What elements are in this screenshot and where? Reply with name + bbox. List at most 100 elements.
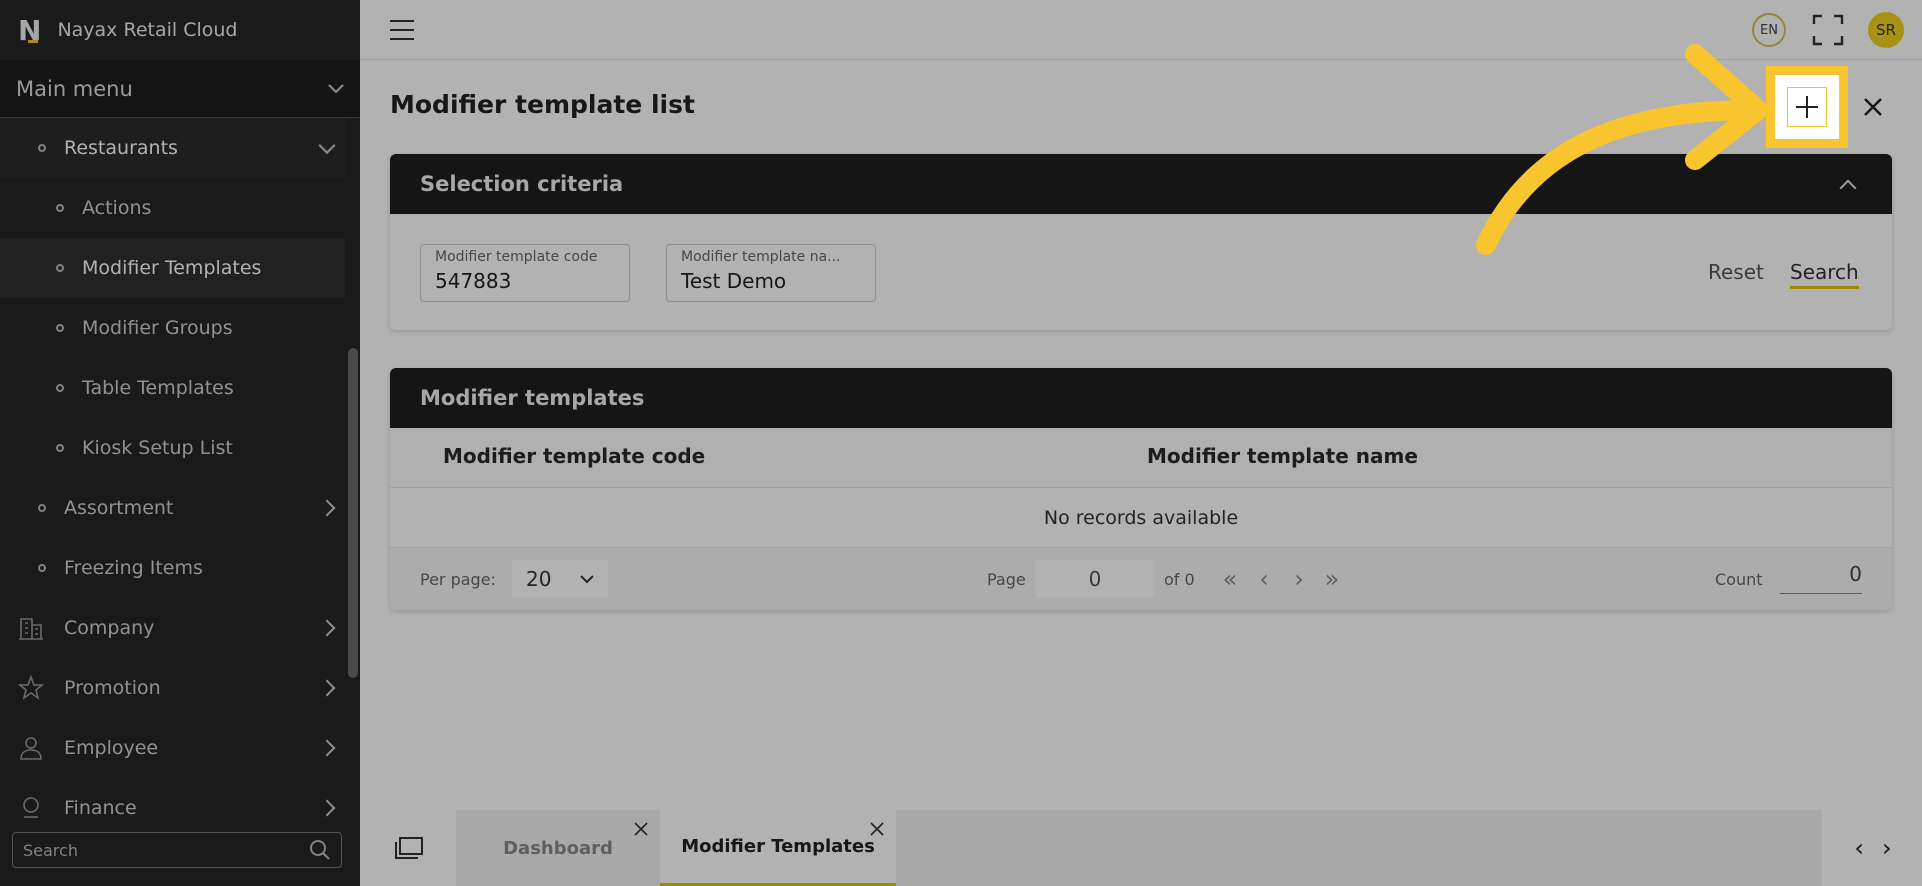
sidebar-item-label: Employee <box>64 737 159 759</box>
chevron-right-icon <box>318 799 336 817</box>
fullscreen-icon[interactable] <box>1812 14 1844 46</box>
sidebar-item-label: Freezing Items <box>64 557 203 579</box>
bullet-icon <box>56 264 64 272</box>
language-button[interactable]: EN <box>1752 13 1786 47</box>
count-label: Count <box>1715 570 1763 589</box>
sidebar-item-kiosk-setup-list[interactable]: Kiosk Setup List <box>0 418 345 478</box>
per-page-value: 20 <box>526 567 552 591</box>
chevron-right-icon <box>318 739 336 757</box>
sidebar-item-promotion[interactable]: Promotion <box>0 658 345 718</box>
section-title: Selection criteria <box>420 172 624 196</box>
plus-icon <box>1796 96 1818 118</box>
chevron-right-icon[interactable]: › <box>1882 834 1892 862</box>
chevron-down-icon <box>318 137 336 155</box>
sidebar-item-label: Table Templates <box>82 377 234 399</box>
highlighted-add-button[interactable] <box>1766 66 1848 148</box>
sidebar-item-freezing-items[interactable]: Freezing Items <box>0 538 345 598</box>
previous-page-icon[interactable]: ‹ <box>1252 565 1276 593</box>
sidebar-item-finance[interactable]: Finance <box>0 778 345 818</box>
reset-button[interactable]: Reset <box>1708 260 1764 284</box>
field-label: Modifier template na... <box>681 249 841 265</box>
page-number-input[interactable]: 0 <box>1035 560 1155 598</box>
person-icon <box>18 735 44 761</box>
tab-dashboard[interactable]: Dashboard <box>456 810 660 886</box>
field-value: 547883 <box>435 269 512 293</box>
field-label: Modifier template code <box>435 249 598 265</box>
per-page-select[interactable]: 20 <box>512 560 608 598</box>
main-menu-label: Main menu <box>16 76 133 101</box>
sidebar-item-company[interactable]: Company <box>0 598 345 658</box>
main-menu-toggle[interactable]: Main menu <box>0 60 360 118</box>
modifier-template-name-field[interactable]: Modifier template na... Test Demo <box>666 244 876 302</box>
sidebar-item-label: Finance <box>64 797 137 818</box>
count-value: 0 <box>1780 562 1862 594</box>
sidebar-item-label: Assortment <box>64 497 174 519</box>
modifier-templates-header: Modifier templates <box>390 368 1892 428</box>
bullet-icon <box>56 204 64 212</box>
tab-navigation: ‹ › <box>1824 810 1922 886</box>
section-title: Modifier templates <box>420 386 645 410</box>
chevron-right-icon <box>318 679 336 697</box>
chevron-right-icon <box>318 619 336 637</box>
column-header-name[interactable]: Modifier template name <box>1147 444 1418 468</box>
finance-icon <box>18 795 44 818</box>
chevron-down-icon <box>580 574 594 583</box>
sidebar-item-label: Promotion <box>64 677 161 699</box>
column-header-code[interactable]: Modifier template code <box>443 444 705 468</box>
sidebar-item-assortment[interactable]: Assortment <box>0 478 345 538</box>
modifier-templates-card: Modifier templates Modifier template cod… <box>390 368 1892 610</box>
bullet-icon <box>38 564 46 572</box>
search-placeholder: Search <box>23 840 78 860</box>
bullet-icon <box>56 444 64 452</box>
pagination-bar: Per page: 20 Page 0 of 0 « ‹ › » Count 0 <box>390 548 1892 610</box>
close-page-button[interactable] <box>1858 92 1888 122</box>
nayax-logo: N <box>18 13 42 47</box>
add-button-frame <box>1787 87 1827 127</box>
tab-modifier-templates[interactable]: Modifier Templates <box>660 810 896 886</box>
empty-state-text: No records available <box>390 488 1892 548</box>
sidebar-item-actions[interactable]: Actions <box>0 178 345 238</box>
sidebar-item-employee[interactable]: Employee <box>0 718 345 778</box>
sidebar-item-label: Company <box>64 617 155 639</box>
close-icon[interactable] <box>870 822 884 836</box>
sidebar-item-label: Restaurants <box>64 137 178 159</box>
first-page-icon[interactable]: « <box>1218 565 1242 593</box>
chevron-right-icon <box>318 499 336 517</box>
search-icon <box>310 840 330 860</box>
chevron-left-icon[interactable]: ‹ <box>1854 834 1864 862</box>
brand-name: Nayax Retail Cloud <box>57 19 238 41</box>
bullet-icon <box>38 144 46 152</box>
brand[interactable]: N Nayax Retail Cloud <box>0 0 360 60</box>
open-tabs-icon[interactable] <box>394 836 424 862</box>
page-title: Modifier template list <box>390 90 695 119</box>
tab-label: Modifier Templates <box>681 836 875 857</box>
next-page-icon[interactable]: › <box>1287 565 1311 593</box>
tab-bar: Dashboard Modifier Templates <box>456 810 1822 886</box>
chevron-down-icon <box>328 83 344 93</box>
topbar: EN SR <box>360 0 1922 60</box>
sidebar-item-modifier-templates[interactable]: Modifier Templates <box>0 238 345 298</box>
close-icon <box>1864 98 1882 116</box>
selection-criteria-header[interactable]: Selection criteria <box>390 154 1892 214</box>
modifier-template-code-field[interactable]: Modifier template code 547883 <box>420 244 630 302</box>
sidebar: N Nayax Retail Cloud Main menu Restauran… <box>0 0 360 886</box>
sidebar-item-label: Modifier Groups <box>82 317 233 339</box>
sidebar-item-restaurants[interactable]: Restaurants <box>0 118 345 178</box>
table-header: Modifier template code Modifier template… <box>390 428 1892 488</box>
sidebar-search-input[interactable]: Search <box>12 832 342 868</box>
sidebar-item-table-templates[interactable]: Table Templates <box>0 358 345 418</box>
chevron-up-icon[interactable] <box>1839 179 1857 197</box>
sidebar-scrollbar[interactable] <box>348 348 358 678</box>
search-button[interactable]: Search <box>1790 260 1859 289</box>
last-page-icon[interactable]: » <box>1320 565 1344 593</box>
bullet-icon <box>56 384 64 392</box>
sidebar-item-label: Modifier Templates <box>82 257 262 279</box>
bullet-icon <box>38 504 46 512</box>
sidebar-item-modifier-groups[interactable]: Modifier Groups <box>0 298 345 358</box>
tab-label: Dashboard <box>503 837 613 859</box>
menu-list: Restaurants Actions Modifier Templates M… <box>0 118 345 818</box>
hamburger-menu-icon[interactable] <box>390 20 414 40</box>
sidebar-item-label: Kiosk Setup List <box>82 437 233 459</box>
close-icon[interactable] <box>634 822 648 836</box>
user-avatar[interactable]: SR <box>1868 12 1904 48</box>
